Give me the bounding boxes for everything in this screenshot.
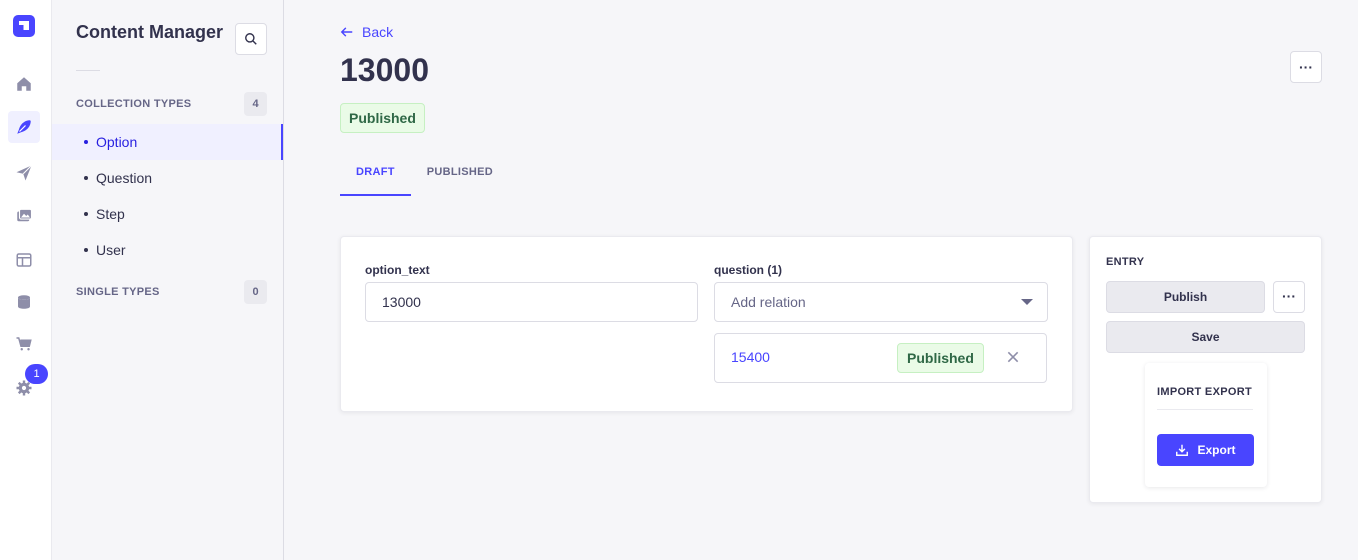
entry-heading: ENTRY bbox=[1106, 256, 1145, 268]
content-manager-icon[interactable] bbox=[8, 111, 40, 143]
notification-badge: 1 bbox=[25, 364, 48, 384]
database-icon[interactable] bbox=[8, 286, 40, 318]
relation-item: 15400 Published bbox=[714, 333, 1047, 383]
export-label: Export bbox=[1197, 443, 1236, 457]
subnav-item-label: Option bbox=[96, 134, 138, 150]
relation-status-badge: Published bbox=[897, 343, 984, 373]
relation-link[interactable]: 15400 bbox=[731, 349, 770, 365]
subnav-title: Content Manager bbox=[76, 22, 224, 42]
option-text-label: option_text bbox=[365, 263, 430, 277]
bullet-icon bbox=[84, 212, 88, 216]
option-text-input[interactable]: 13000 bbox=[365, 282, 698, 322]
bullet-icon bbox=[84, 248, 88, 252]
main-nav-rail: 1 bbox=[0, 0, 52, 560]
subnav-item-option[interactable]: Option bbox=[52, 124, 283, 160]
tab-published[interactable]: PUBLISHED bbox=[411, 158, 509, 196]
single-types-heading[interactable]: SINGLE TYPES bbox=[76, 286, 160, 298]
home-icon[interactable] bbox=[8, 68, 40, 100]
arrow-left-icon bbox=[340, 27, 353, 37]
marketplace-cart-icon[interactable] bbox=[8, 328, 40, 360]
subnav-item-step[interactable]: Step bbox=[52, 196, 283, 232]
download-icon bbox=[1176, 444, 1189, 456]
subnav-divider bbox=[76, 70, 100, 71]
version-tabs: DRAFT PUBLISHED bbox=[340, 158, 509, 196]
paper-plane-icon[interactable] bbox=[8, 157, 40, 189]
search-icon bbox=[245, 33, 257, 45]
remove-relation-close-icon[interactable] bbox=[1005, 349, 1021, 365]
subnav-item-label: User bbox=[96, 242, 126, 258]
caret-down-icon bbox=[1021, 299, 1033, 305]
tab-draft[interactable]: DRAFT bbox=[340, 158, 411, 196]
back-label: Back bbox=[362, 24, 394, 40]
entry-more-button[interactable]: ··· bbox=[1273, 281, 1305, 313]
plugin-divider bbox=[1157, 409, 1253, 410]
header-more-button[interactable]: ··· bbox=[1290, 51, 1322, 83]
bullet-icon bbox=[84, 176, 88, 180]
single-types-count: 0 bbox=[244, 280, 267, 304]
add-relation-placeholder: Add relation bbox=[731, 294, 806, 310]
import-export-panel: IMPORT EXPORT Export bbox=[1145, 363, 1267, 487]
publish-button[interactable]: Publish bbox=[1106, 281, 1265, 313]
save-button[interactable]: Save bbox=[1106, 321, 1305, 353]
subnav-item-label: Question bbox=[96, 170, 153, 186]
bullet-icon bbox=[84, 140, 88, 144]
entry-side-panel: ENTRY Publish ··· Save IMPORT EXPORT Exp… bbox=[1089, 236, 1322, 503]
subnav-search-button[interactable] bbox=[235, 23, 267, 55]
import-export-heading: IMPORT EXPORT bbox=[1157, 386, 1252, 398]
layout-builder-icon[interactable] bbox=[8, 244, 40, 276]
media-library-icon[interactable] bbox=[8, 200, 40, 232]
subnav-item-question[interactable]: Question bbox=[52, 160, 283, 196]
subnav-item-user[interactable]: User bbox=[52, 232, 283, 268]
add-relation-select[interactable]: Add relation bbox=[714, 282, 1048, 322]
status-badge: Published bbox=[340, 103, 425, 133]
collection-types-heading[interactable]: COLLECTION TYPES bbox=[76, 98, 191, 110]
content-manager-subnav: Content Manager COLLECTION TYPES 4 Optio… bbox=[52, 0, 284, 560]
page-title: 13000 bbox=[340, 52, 429, 88]
subnav-item-label: Step bbox=[96, 206, 125, 222]
strapi-logo-icon[interactable] bbox=[13, 15, 35, 37]
question-label: question (1) bbox=[714, 263, 782, 277]
edit-form-card: option_text 13000 question (1) Add relat… bbox=[340, 236, 1073, 412]
back-link[interactable]: Back bbox=[340, 24, 393, 40]
export-button[interactable]: Export bbox=[1157, 434, 1254, 466]
collection-types-count: 4 bbox=[244, 92, 267, 116]
